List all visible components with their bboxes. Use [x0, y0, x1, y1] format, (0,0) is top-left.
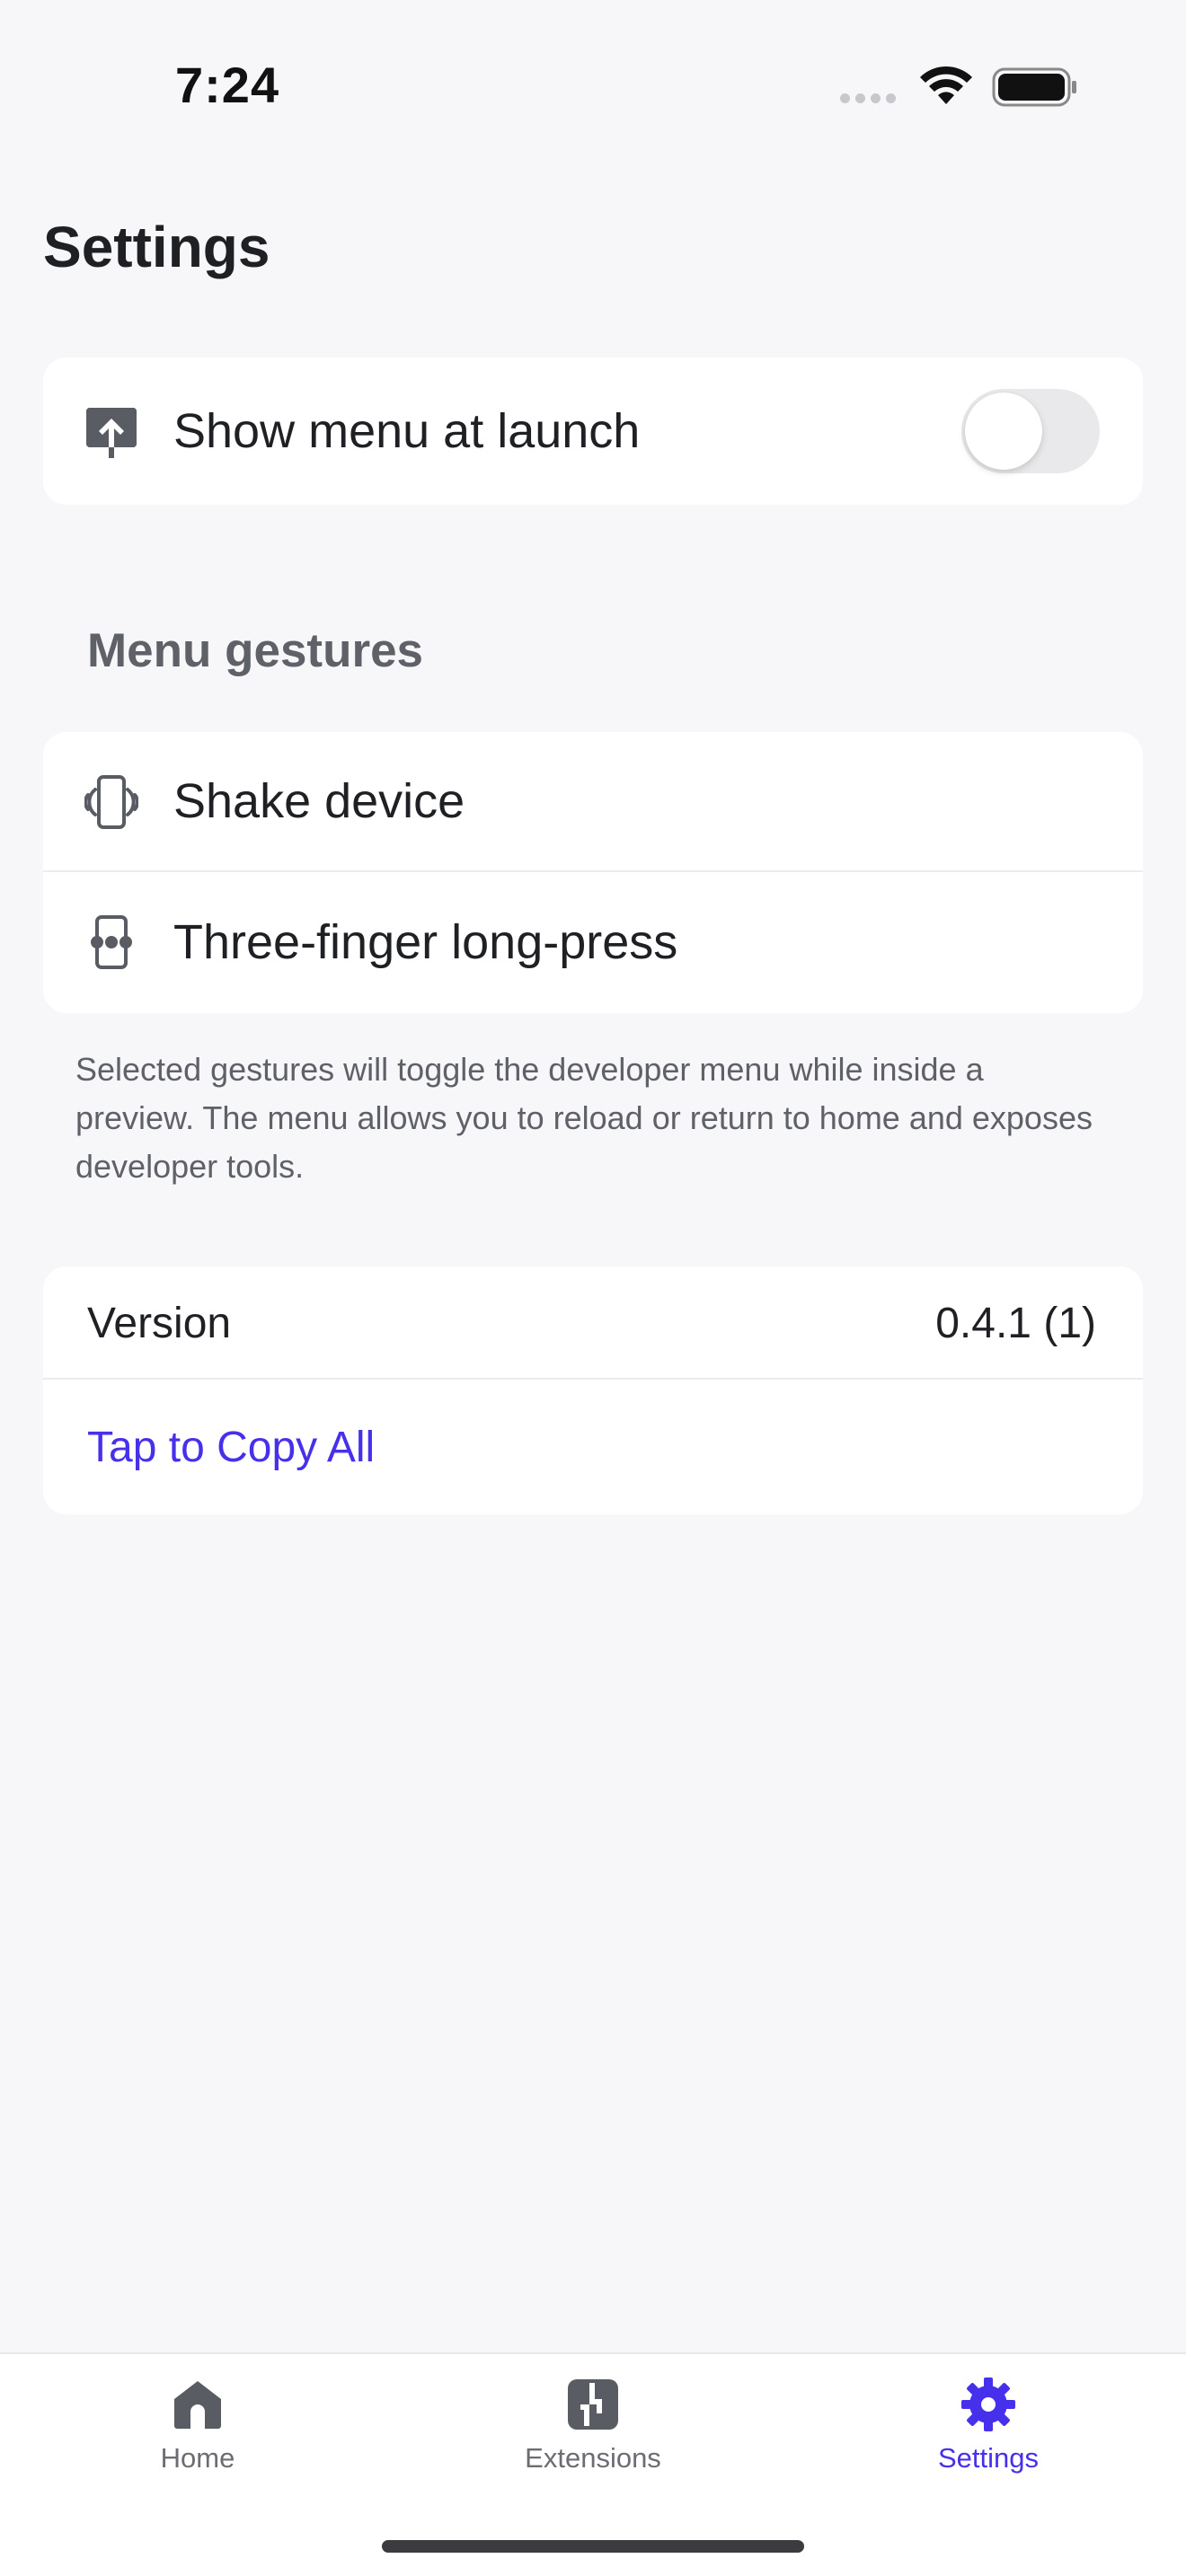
show-menu-at-launch-row[interactable]: Show menu at launch [43, 357, 1143, 505]
status-bar: 7:24 [0, 0, 1186, 171]
tab-settings-label: Settings [937, 2442, 1039, 2474]
battery-icon [992, 67, 1076, 107]
gestures-footnote: Selected gestures will toggle the develo… [75, 1051, 1093, 1185]
launch-settings-card: Show menu at launch [43, 357, 1143, 505]
version-card: Version 0.4.1 (1) Tap to Copy All [43, 1266, 1143, 1514]
copy-all-row[interactable]: Tap to Copy All [43, 1380, 1143, 1514]
shake-device-label: Shake device [173, 774, 465, 828]
tab-home-label: Home [160, 2442, 235, 2474]
show-menu-at-launch-toggle[interactable] [961, 389, 1100, 473]
tap-to-copy-all-button[interactable]: Tap to Copy All [87, 1423, 375, 1472]
page-title: Settings [43, 215, 270, 279]
three-finger-long-press-label: Three-finger long-press [173, 915, 678, 969]
show-menu-at-launch-label: Show menu at launch [173, 404, 641, 458]
version-value: 0.4.1 (1) [935, 1300, 1096, 1347]
home-icon [174, 2381, 221, 2429]
tab-extensions-label: Extensions [525, 2442, 661, 2474]
home-indicator[interactable] [382, 2540, 804, 2553]
version-row: Version 0.4.1 (1) [43, 1266, 1143, 1380]
tab-settings[interactable]: Settings [872, 2376, 1105, 2501]
tab-home[interactable]: Home [81, 2376, 314, 2501]
gear-icon [961, 2378, 1015, 2431]
status-time: 7:24 [175, 57, 280, 113]
signal-dots-icon [840, 93, 896, 103]
extensions-icon [568, 2379, 618, 2430]
menu-gestures-header: Menu gestures [87, 624, 424, 677]
toggle-knob [965, 393, 1042, 470]
settings-screen: 7:24 Settings Show menu at launch Menu g… [0, 0, 1186, 2576]
tab-extensions[interactable]: Extensions [476, 2376, 710, 2501]
wifi-icon [920, 66, 972, 104]
three-finger-press-icon [84, 913, 138, 971]
menu-gestures-card: Shake device Three-finger long-press [43, 732, 1143, 1013]
version-label: Version [87, 1300, 232, 1347]
gesture-row-shake-device[interactable]: Shake device [43, 732, 1143, 872]
shake-device-icon [84, 773, 138, 831]
gesture-row-three-finger-long-press[interactable]: Three-finger long-press [43, 872, 1143, 1012]
upload-arrow-icon [84, 402, 138, 460]
